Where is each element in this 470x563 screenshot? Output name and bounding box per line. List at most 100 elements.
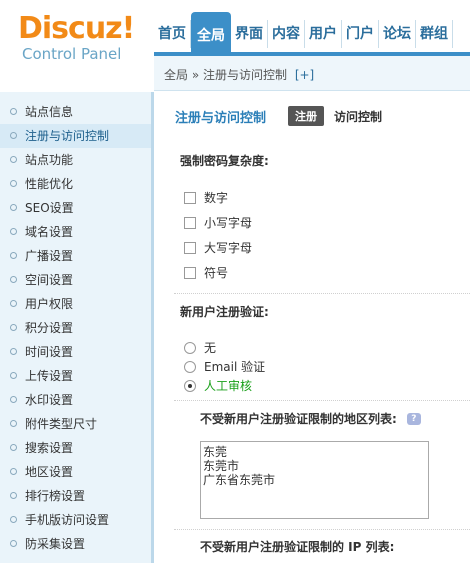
sidebar-item-site-features[interactable]: 站点功能 <box>0 148 151 172</box>
sidebar: 站点信息 注册与访问控制 站点功能 性能优化 SEO设置 域名设置 广播设置 空… <box>0 92 154 563</box>
header: Discuz! Control Panel 首页 全局 界面 内容 用户 门户 … <box>0 0 470 92</box>
sidebar-item-register-access[interactable]: 注册与访问控制 <box>0 124 151 148</box>
tab-global[interactable]: 全局 <box>191 12 231 52</box>
sidebar-item-time[interactable]: 时间设置 <box>0 340 151 364</box>
sidebar-item-label: 性能优化 <box>25 177 74 191</box>
sidebar-item-label: 上传设置 <box>25 369 74 383</box>
option-digits[interactable]: 数字 <box>184 189 228 206</box>
tab-home[interactable]: 首页 <box>154 20 191 48</box>
bullet-icon <box>10 132 17 139</box>
radio-manual-review[interactable]: 人工审核 <box>184 377 252 394</box>
divider <box>174 529 470 530</box>
region-line: 东莞市 <box>203 459 240 473</box>
tab-group[interactable]: 群组 <box>416 20 453 48</box>
sidebar-item-label: 水印设置 <box>25 393 74 407</box>
sidebar-item-label: 广播设置 <box>25 249 74 263</box>
tab-content[interactable]: 内容 <box>268 20 305 48</box>
sidebar-item-site-info[interactable]: 站点信息 <box>0 100 151 124</box>
bullet-icon <box>10 204 17 211</box>
tab-interface[interactable]: 界面 <box>231 20 268 48</box>
sidebar-item-label: 时间设置 <box>25 345 74 359</box>
help-icon[interactable]: ? <box>406 412 421 425</box>
sidebar-item-label: 积分设置 <box>25 321 74 335</box>
sidebar-item-label: 站点信息 <box>25 105 74 119</box>
region-line: 广东省东莞市 <box>203 473 276 487</box>
region-exempt-text: 不受新用户注册验证限制的地区列表: <box>200 412 397 426</box>
radio-email[interactable]: Email 验证 <box>184 358 265 375</box>
option-lowercase[interactable]: 小写字母 <box>184 214 252 231</box>
option-label: 大写字母 <box>204 241 253 255</box>
region-list-textarea[interactable]: 东莞 东莞市 广东省东莞市 <box>200 441 429 519</box>
sidebar-item-label: 域名设置 <box>25 225 74 239</box>
sidebar-item-watermark[interactable]: 水印设置 <box>0 388 151 412</box>
bullet-icon <box>10 420 17 427</box>
registration-verify-label: 新用户注册验证: <box>180 305 269 319</box>
sidebar-item-anti-scraping[interactable]: 防采集设置 <box>0 532 151 556</box>
radio[interactable] <box>184 341 196 354</box>
divider <box>174 400 470 401</box>
discuz-logo[interactable]: Discuz! Control Panel <box>18 11 135 63</box>
region-exempt-label: 不受新用户注册验证限制的地区列表: ? <box>200 410 421 427</box>
radio-none[interactable]: 无 <box>184 339 216 356</box>
region-line: 东莞 <box>203 445 228 459</box>
breadcrumb: 全局 » 注册与访问控制 [+] <box>164 66 314 83</box>
sidebar-item-seo[interactable]: SEO设置 <box>0 196 151 220</box>
checkbox[interactable] <box>184 266 196 279</box>
option-uppercase[interactable]: 大写字母 <box>184 239 252 256</box>
sidebar-item-label: SEO设置 <box>25 201 74 215</box>
bullet-icon <box>10 492 17 499</box>
divider <box>174 293 470 294</box>
sidebar-item-performance[interactable]: 性能优化 <box>0 172 151 196</box>
bullet-icon <box>10 372 17 379</box>
subtab-register[interactable]: 注册 <box>288 106 325 126</box>
bullet-icon <box>10 300 17 307</box>
tab-portal[interactable]: 门户 <box>342 20 379 48</box>
sidebar-item-label: 站点功能 <box>25 153 74 167</box>
sidebar-item-space[interactable]: 空间设置 <box>0 268 151 292</box>
bullet-icon <box>10 348 17 355</box>
tab-users[interactable]: 用户 <box>305 20 342 48</box>
bullet-icon <box>10 252 17 259</box>
checkbox[interactable] <box>184 241 196 254</box>
add-shortcut-button[interactable]: [+] <box>295 68 314 82</box>
ip-exempt-label: 不受新用户注册验证限制的 IP 列表: <box>200 540 395 554</box>
subtab-access-control[interactable]: 访问控制 <box>334 108 382 125</box>
option-symbols[interactable]: 符号 <box>184 264 228 281</box>
password-complexity-label: 强制密码复杂度: <box>180 154 269 168</box>
sidebar-item-upload[interactable]: 上传设置 <box>0 364 151 388</box>
sidebar-item-domain[interactable]: 域名设置 <box>0 220 151 244</box>
breadcrumb-bar: 全局 » 注册与访问控制 [+] <box>154 56 470 91</box>
checkbox[interactable] <box>184 191 196 204</box>
bullet-icon <box>10 228 17 235</box>
radio[interactable] <box>184 379 196 392</box>
sidebar-menu: 站点信息 注册与访问控制 站点功能 性能优化 SEO设置 域名设置 广播设置 空… <box>0 92 151 556</box>
bullet-icon <box>10 468 17 475</box>
sidebar-item-ranking[interactable]: 排行榜设置 <box>0 484 151 508</box>
bullet-icon <box>10 396 17 403</box>
sidebar-item-label: 用户权限 <box>25 297 74 311</box>
sidebar-item-label: 搜索设置 <box>25 441 74 455</box>
sidebar-item-label: 手机版访问设置 <box>25 513 110 527</box>
checkbox[interactable] <box>184 216 196 229</box>
bullet-icon <box>10 180 17 187</box>
bullet-icon <box>10 444 17 451</box>
option-label: 无 <box>204 341 217 355</box>
radio[interactable] <box>184 360 196 373</box>
sidebar-item-credits[interactable]: 积分设置 <box>0 316 151 340</box>
bullet-icon <box>10 516 17 523</box>
logo-main-text: Discuz! <box>18 11 135 46</box>
bullet-icon <box>10 108 17 115</box>
page-header: 注册与访问控制 注册 访问控制 <box>175 106 382 126</box>
sidebar-item-region[interactable]: 地区设置 <box>0 460 151 484</box>
sidebar-item-attachment-types[interactable]: 附件类型尺寸 <box>0 412 151 436</box>
tab-forum[interactable]: 论坛 <box>379 20 416 48</box>
main-content: 注册与访问控制 注册 访问控制 强制密码复杂度: 数字 小写字母 大写字母 符号… <box>160 92 470 563</box>
sidebar-item-mobile[interactable]: 手机版访问设置 <box>0 508 151 532</box>
option-label: 人工审核 <box>204 379 253 393</box>
top-nav: 首页 全局 界面 内容 用户 门户 论坛 群组 <box>154 10 453 52</box>
sidebar-item-broadcast[interactable]: 广播设置 <box>0 244 151 268</box>
bullet-icon <box>10 156 17 163</box>
sidebar-item-search[interactable]: 搜索设置 <box>0 436 151 460</box>
sidebar-item-user-permissions[interactable]: 用户权限 <box>0 292 151 316</box>
sidebar-item-label: 地区设置 <box>25 465 74 479</box>
